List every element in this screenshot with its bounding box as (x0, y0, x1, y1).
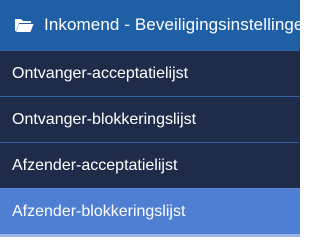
bottom-divider (0, 234, 300, 237)
menu-item-label: Afzender-acceptatielijst (12, 156, 178, 174)
menu-item-label: Ontvanger-blokkeringslijst (12, 110, 197, 128)
menu-item-recipient-allowlist[interactable]: Ontvanger-acceptatielijst (0, 50, 300, 96)
menu-item-sender-blocklist[interactable]: Afzender-blokkeringslijst (0, 188, 300, 234)
menu-header-incoming-security[interactable]: Inkomend - Beveiligingsinstellingen (0, 0, 313, 50)
menu-item-label: Afzender-blokkeringslijst (12, 202, 186, 220)
menu-item-sender-allowlist[interactable]: Afzender-acceptatielijst (0, 142, 300, 188)
security-settings-menu: Inkomend - Beveiligingsinstellingen Ontv… (0, 0, 313, 237)
menu-item-label: Ontvanger-acceptatielijst (12, 64, 189, 82)
menu-header-label: Inkomend - Beveiligingsinstellingen (44, 15, 314, 34)
menu-item-recipient-blocklist[interactable]: Ontvanger-blokkeringslijst (0, 96, 300, 142)
folder-open-icon (14, 17, 34, 33)
